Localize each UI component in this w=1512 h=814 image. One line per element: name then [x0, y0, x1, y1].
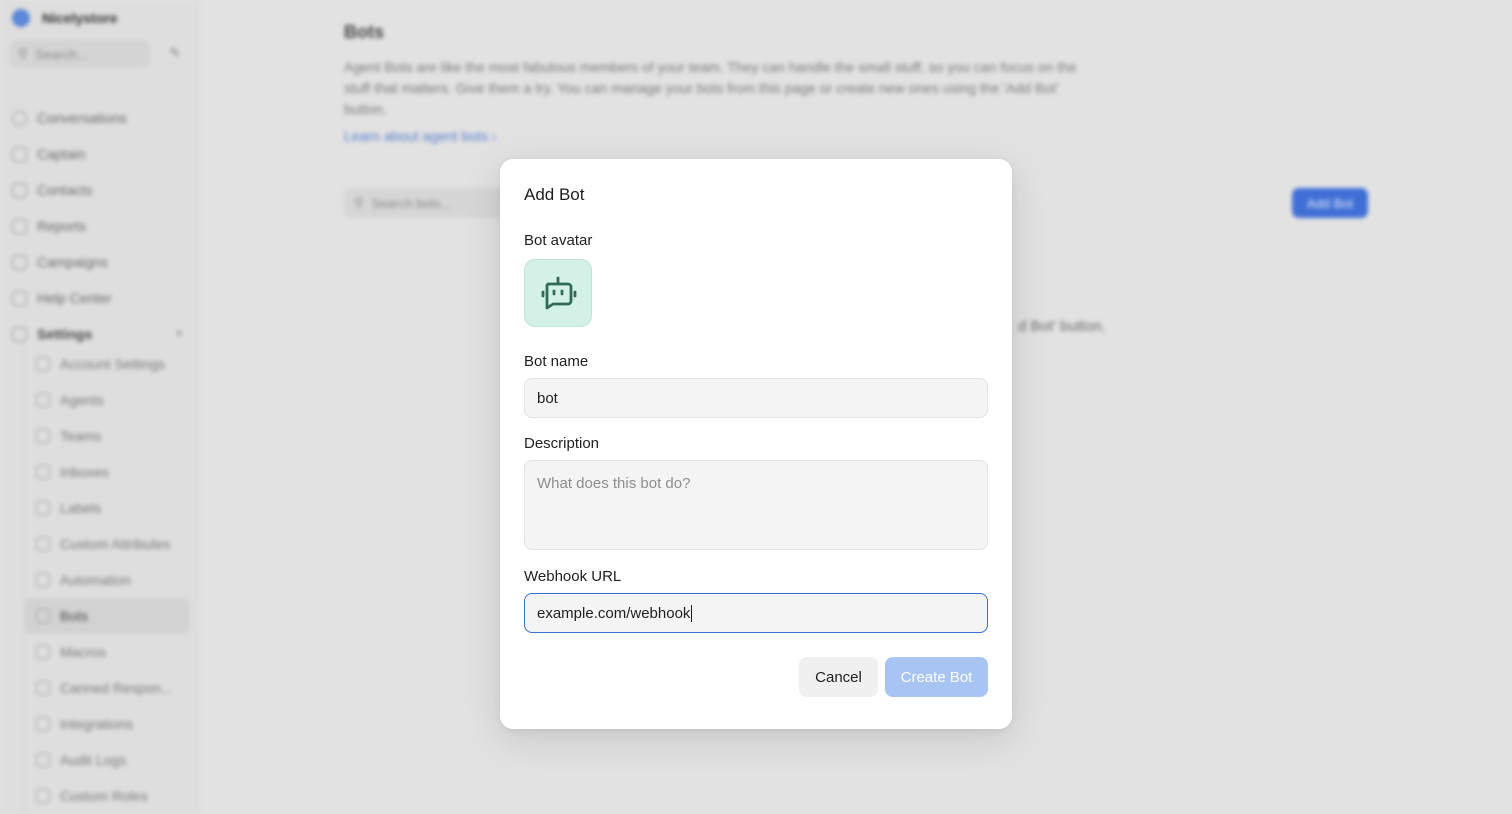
sidebar-item-label: Integrations — [60, 716, 134, 732]
bot-icon — [541, 276, 577, 310]
settings-icon — [12, 326, 27, 342]
sidebar-item-teams[interactable]: Teams — [25, 418, 190, 454]
page-description: Agent Bots are like the most fabulous me… — [344, 59, 1077, 117]
sidebar-item-agents[interactable]: Agents — [25, 382, 190, 418]
search-icon: ⚲ — [354, 195, 364, 210]
sidebar: Nicelystore ⚲ Search... ✎ Conversations … — [0, 0, 198, 814]
settings-subnav: Account Settings Agents Teams Inboxes La… — [24, 346, 190, 814]
integrations-icon — [36, 717, 50, 731]
bot-icon — [36, 609, 50, 623]
bot-name-value: bot — [537, 389, 558, 407]
chevron-down-icon: ▼ — [174, 328, 184, 340]
text-caret — [691, 604, 693, 622]
brand-logo-icon — [12, 9, 30, 27]
bot-name-label: Bot name — [524, 353, 589, 370]
webhook-url-input[interactable]: example.com/webhook — [524, 593, 988, 633]
description-label: Description — [524, 435, 600, 452]
sidebar-item-label: Reports — [37, 218, 87, 234]
chevron-right-icon: › — [491, 128, 497, 144]
sidebar-item-label: Automation — [60, 572, 131, 588]
teams-icon — [36, 429, 50, 443]
sidebar-item-label: Custom Roles — [60, 788, 148, 804]
sidebar-item-label: Help Center — [37, 290, 112, 306]
inbox-icon — [36, 465, 50, 479]
sidebar-item-label: Macros — [60, 644, 106, 660]
contacts-icon — [12, 182, 27, 198]
webhook-url-value: example.com/webhook — [537, 604, 691, 622]
sidebar-item-custom-attributes[interactable]: Custom Attributes — [25, 526, 190, 562]
captain-icon — [12, 146, 27, 162]
bot-avatar-picker[interactable] — [524, 259, 592, 327]
bots-search-placeholder: Search bots... — [371, 195, 452, 211]
sidebar-item-help-center[interactable]: Help Center — [12, 280, 190, 316]
page-title: Bots — [344, 22, 384, 42]
sidebar-item-label: Audit Logs — [60, 752, 127, 768]
description-textarea[interactable]: What does this bot do? — [524, 460, 988, 550]
sidebar-item-account-settings[interactable]: Account Settings — [25, 346, 190, 382]
code-icon — [36, 537, 50, 551]
cancel-button[interactable]: Cancel — [799, 657, 878, 697]
sidebar-item-label: Labels — [60, 500, 102, 516]
sidebar-item-captain[interactable]: Captain — [12, 136, 190, 172]
roles-icon — [36, 789, 50, 803]
sidebar-item-label: Settings — [37, 326, 93, 342]
bot-avatar-label: Bot avatar — [524, 232, 593, 249]
sidebar-search-input[interactable]: ⚲ Search... — [10, 40, 150, 68]
add-bot-dialog: Add Bot Bot avatar Bot name bot Descript… — [500, 159, 1012, 729]
canned-icon — [36, 681, 50, 695]
megaphone-icon — [12, 254, 27, 270]
sidebar-search-placeholder: Search... — [35, 46, 88, 62]
agents-icon — [36, 393, 50, 407]
compose-icon[interactable]: ✎ — [164, 42, 186, 64]
sidebar-item-integrations[interactable]: Integrations — [25, 706, 190, 742]
webhook-url-label: Webhook URL — [524, 568, 622, 585]
sidebar-item-macros[interactable]: Macros — [25, 634, 190, 670]
sidebar-item-bots[interactable]: Bots — [25, 598, 190, 634]
brand-name: Nicelystore — [42, 10, 118, 26]
learn-more-label: Learn about agent bots — [344, 128, 489, 144]
bot-name-input[interactable]: bot — [524, 378, 988, 418]
sidebar-item-label: Bots — [60, 608, 89, 624]
sidebar-item-label: Inboxes — [60, 464, 110, 480]
sidebar-nav: Conversations Captain Contacts Reports C… — [12, 100, 190, 352]
sidebar-item-canned-responses[interactable]: Canned Respon... — [25, 670, 190, 706]
book-icon — [12, 290, 27, 306]
audit-icon — [36, 753, 50, 767]
sidebar-item-label: Conversations — [37, 110, 127, 126]
sidebar-item-automation[interactable]: Automation — [25, 562, 190, 598]
sidebar-item-audit-logs[interactable]: Audit Logs — [25, 742, 190, 778]
sidebar-item-label: Canned Respon... — [60, 680, 173, 696]
sidebar-item-label: Captain — [37, 146, 86, 162]
chat-icon — [12, 110, 27, 126]
sidebar-item-label: Contacts — [37, 182, 93, 198]
sidebar-item-conversations[interactable]: Conversations — [12, 100, 190, 136]
tag-icon — [36, 501, 50, 515]
description-placeholder: What does this bot do? — [537, 475, 691, 492]
sidebar-item-label: Agents — [60, 392, 104, 408]
sidebar-item-labels[interactable]: Labels — [25, 490, 190, 526]
learn-more-link[interactable]: Learn about agent bots › — [344, 128, 497, 144]
sidebar-item-custom-roles[interactable]: Custom Roles — [25, 778, 190, 814]
search-icon: ⚲ — [18, 46, 28, 61]
sidebar-item-label: Account Settings — [60, 356, 166, 372]
brand[interactable]: Nicelystore — [12, 9, 117, 27]
reports-icon — [12, 218, 27, 234]
add-bot-button[interactable]: Add Bot — [1292, 188, 1368, 218]
sidebar-item-label: Campaigns — [37, 254, 108, 270]
sidebar-item-label: Custom Attributes — [60, 536, 171, 552]
sidebar-item-reports[interactable]: Reports — [12, 208, 190, 244]
sidebar-item-label: Teams — [60, 428, 102, 444]
sidebar-item-contacts[interactable]: Contacts — [12, 172, 190, 208]
building-icon — [36, 357, 50, 371]
create-bot-button[interactable]: Create Bot — [885, 657, 988, 697]
macros-icon — [36, 645, 50, 659]
sidebar-item-inboxes[interactable]: Inboxes — [25, 454, 190, 490]
dialog-title: Add Bot — [524, 185, 585, 204]
automation-icon — [36, 573, 50, 587]
empty-state-text: d Bot' button. — [1018, 318, 1106, 335]
sidebar-item-campaigns[interactable]: Campaigns — [12, 244, 190, 280]
